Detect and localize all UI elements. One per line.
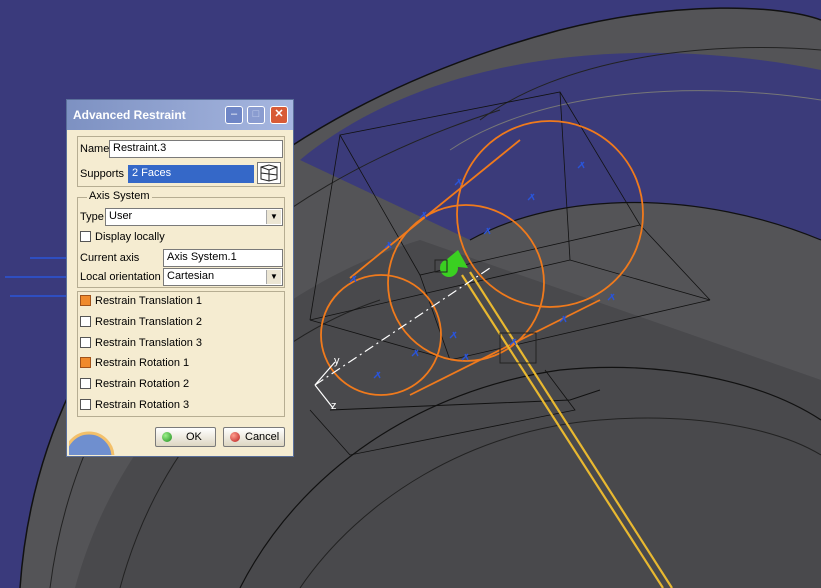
restrain-rotation-2-check[interactable] (80, 378, 91, 389)
restrain-rotation-3-label: Restrain Rotation 3 (95, 399, 190, 411)
restrain-translation-1-label: Restrain Translation 1 (95, 295, 202, 307)
restrain-rotation-1-checkbox[interactable]: Restrain Rotation 1 (80, 357, 189, 373)
restrain-rotation-2-checkbox[interactable]: Restrain Rotation 2 (80, 378, 189, 394)
restrain-rotation-1-label: Restrain Rotation 1 (95, 357, 190, 369)
local-orientation-label: Local orientation (80, 271, 161, 283)
maximize-icon[interactable]: □ (247, 106, 265, 124)
chevron-down-icon[interactable]: ▼ (266, 270, 281, 284)
minimize-icon[interactable]: – (225, 106, 243, 124)
chevron-down-icon[interactable]: ▼ (266, 210, 281, 224)
local-orientation-dropdown[interactable]: Cartesian ▼ (163, 268, 283, 286)
cancel-button[interactable]: Cancel (223, 427, 285, 447)
restrain-rotation-2-label: Restrain Rotation 2 (95, 378, 190, 390)
restrain-translation-3-checkbox[interactable]: Restrain Translation 3 (80, 337, 202, 353)
axis-y-label: y (334, 355, 340, 367)
restrain-translation-3-check[interactable] (80, 337, 91, 348)
left-restraint-arrows (5, 257, 66, 297)
dialog-titlebar[interactable]: Advanced Restraint – □ ✕ (67, 100, 293, 130)
display-locally-checkbox[interactable]: Display locally (80, 231, 165, 247)
axis-system-group-label: Axis System (87, 190, 152, 202)
restrain-translation-1-check[interactable] (80, 295, 91, 306)
supports-label: Supports (80, 168, 125, 180)
restrain-translation-1-checkbox[interactable]: Restrain Translation 1 (80, 295, 202, 311)
local-orientation-value: Cartesian (167, 270, 215, 282)
restrain-translation-2-checkbox[interactable]: Restrain Translation 2 (80, 316, 202, 332)
restrain-translation-2-label: Restrain Translation 2 (95, 316, 202, 328)
type-label: Type (80, 211, 104, 223)
cancel-label: Cancel (245, 431, 280, 443)
restrain-translation-2-check[interactable] (80, 316, 91, 327)
restrain-translation-3-label: Restrain Translation 3 (95, 337, 202, 349)
dialog-title: Advanced Restraint (73, 108, 186, 122)
ok-label: OK (186, 431, 202, 443)
supports-select-icon[interactable] (257, 162, 281, 184)
display-locally-check[interactable] (80, 231, 91, 242)
name-label: Name (80, 143, 110, 155)
restrain-rotation-1-check[interactable] (80, 357, 91, 368)
type-value: User (109, 210, 133, 222)
restrain-rotation-3-checkbox[interactable]: Restrain Rotation 3 (80, 399, 189, 415)
globe-logo-icon (69, 431, 115, 455)
current-axis-field[interactable]: Axis System.1 (163, 249, 283, 267)
ok-icon (162, 432, 172, 442)
type-dropdown[interactable]: User ▼ (105, 208, 283, 226)
cancel-icon (230, 432, 240, 442)
advanced-restraint-dialog: Advanced Restraint – □ ✕ Name Restraint.… (66, 99, 294, 457)
current-axis-label: Current axis (80, 252, 140, 264)
close-icon[interactable]: ✕ (270, 106, 288, 124)
axis-z-label: z (331, 400, 337, 412)
ok-button[interactable]: OK (155, 427, 216, 447)
supports-field[interactable]: 2 Faces (128, 165, 254, 183)
restrain-rotation-3-check[interactable] (80, 399, 91, 410)
name-field[interactable]: Restraint.3 (109, 140, 283, 158)
display-locally-label: Display locally (95, 231, 165, 243)
